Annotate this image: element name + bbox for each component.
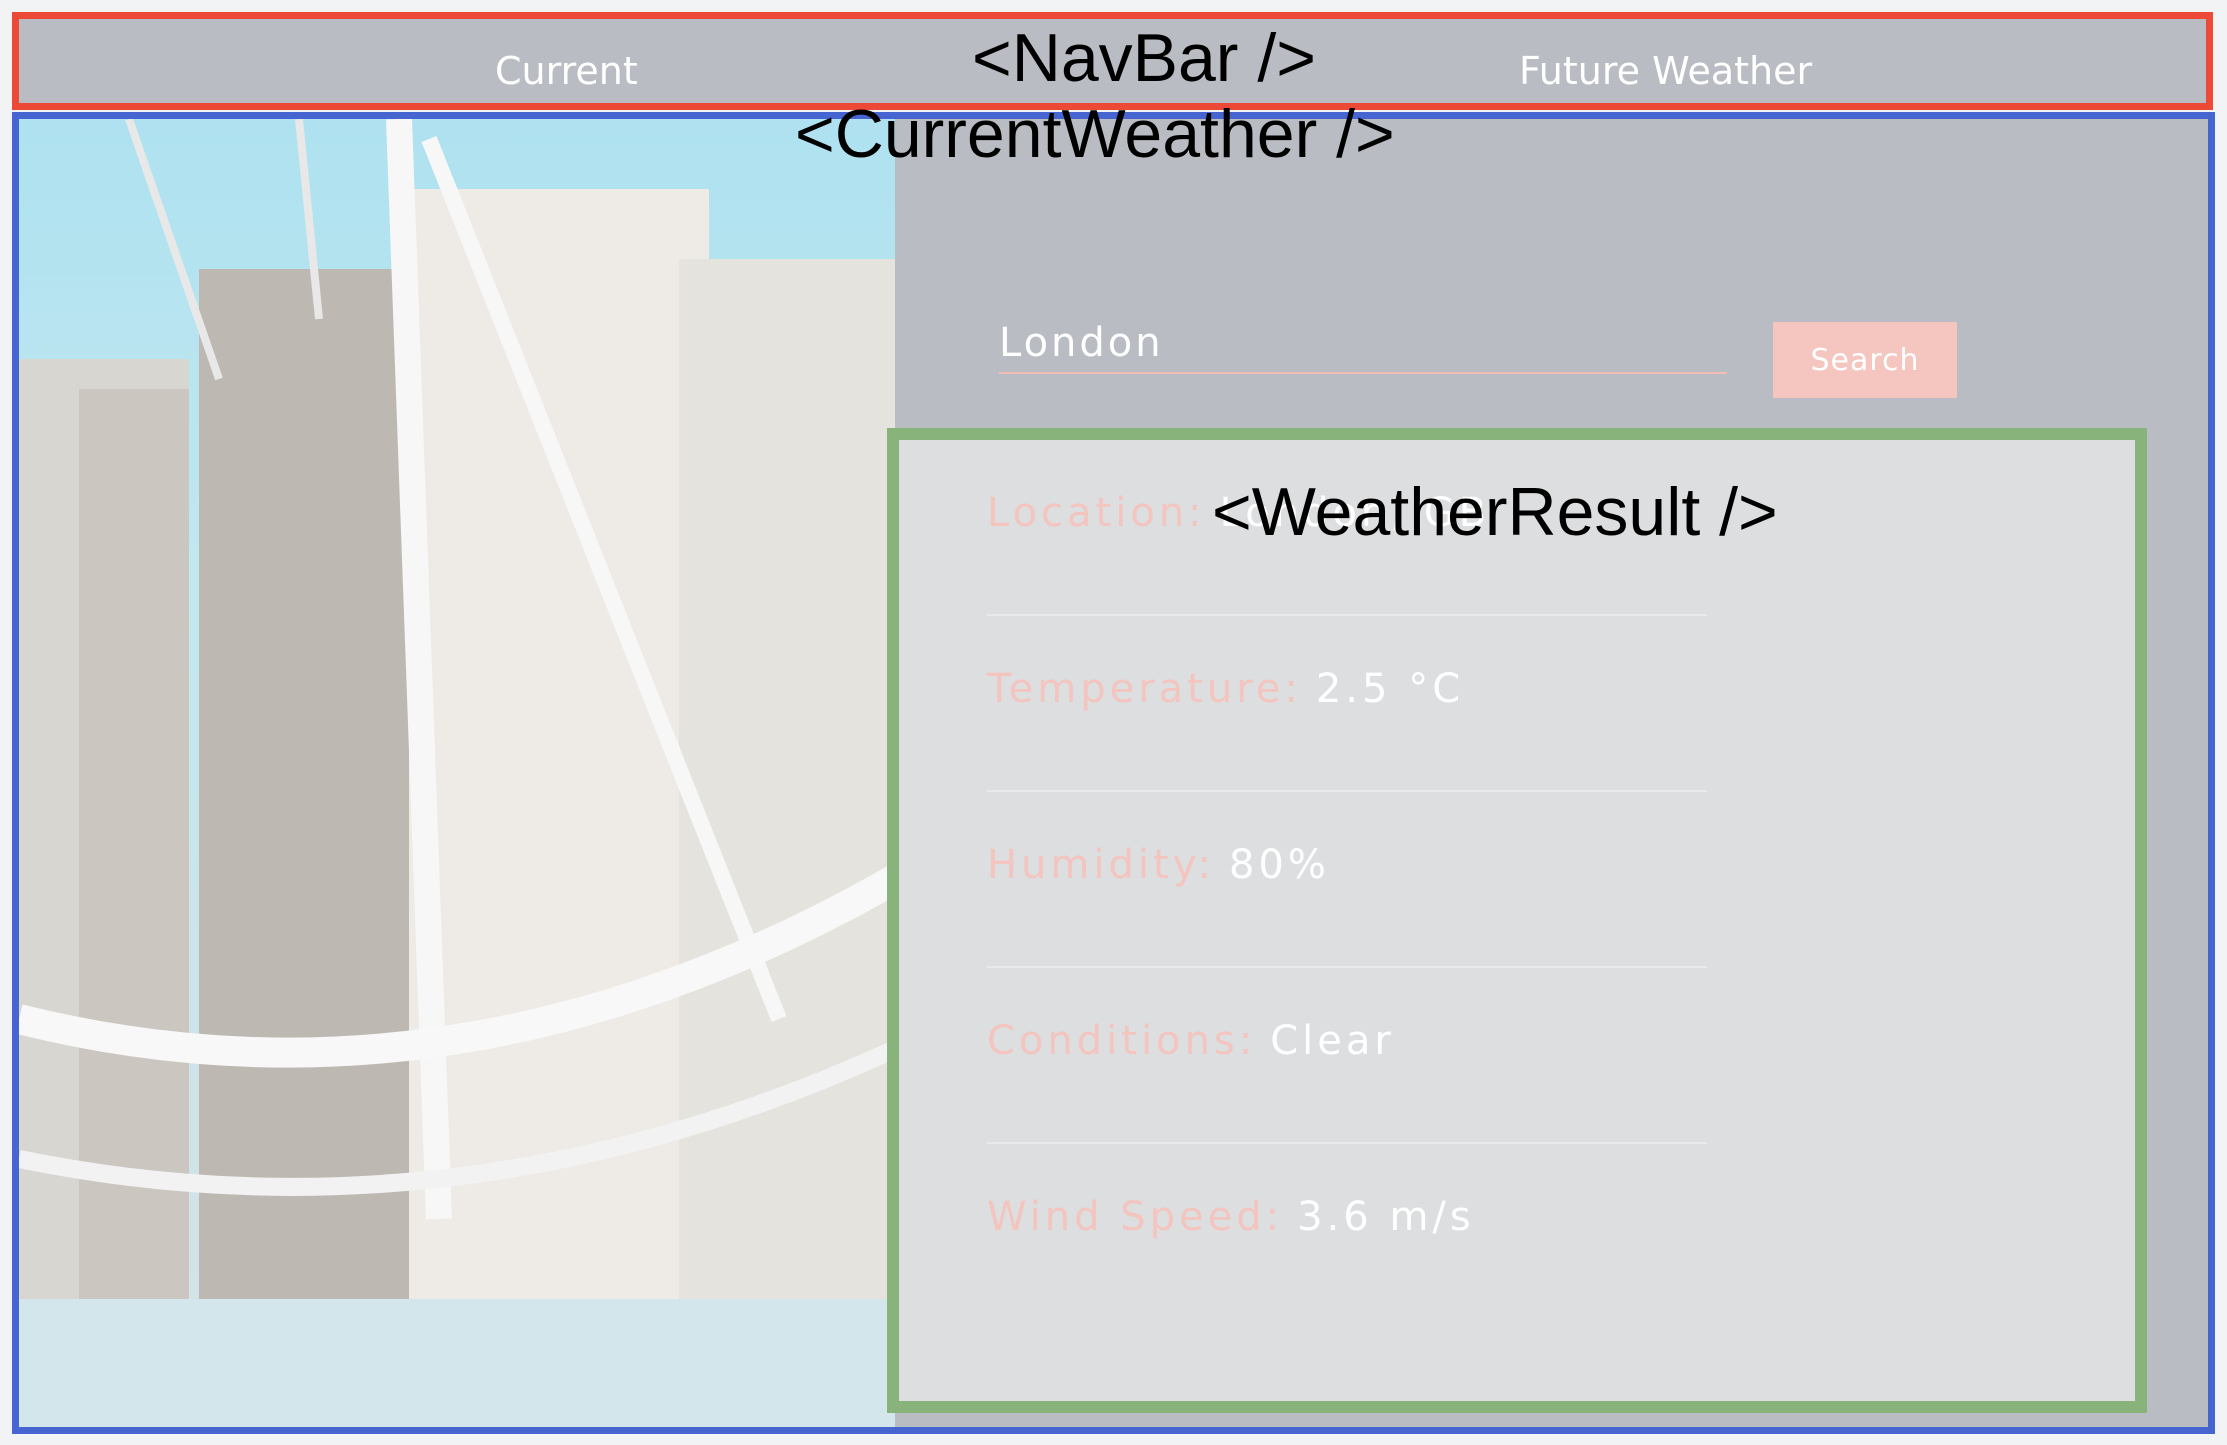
temperature-label: Temperature:: [987, 666, 1302, 712]
humidity-label: Humidity:: [987, 842, 1215, 888]
nav-link-current[interactable]: Current: [495, 49, 638, 93]
result-row-wind-speed: Wind Speed: 3.6 m/s: [987, 1144, 1707, 1320]
weather-result-panel: Location: London, GB Temperature: 2.5 °C H…: [887, 428, 2147, 1413]
annotation-navbar: <NavBar />: [972, 20, 1316, 96]
humidity-value: 80%: [1228, 842, 1330, 888]
wind-speed-value: 3.6 m/s: [1297, 1194, 1475, 1240]
result-row-conditions: Conditions: Clear: [987, 968, 1707, 1144]
nav-link-future-weather[interactable]: Future Weather: [1519, 49, 1812, 93]
annotation-weather-result: <WeatherResult />: [1212, 474, 1778, 550]
annotation-current-weather: <CurrentWeather />: [795, 96, 1395, 172]
search-button[interactable]: Search: [1773, 322, 1957, 398]
location-label: Location:: [987, 490, 1206, 536]
result-row-temperature: Temperature: 2.5 °C: [987, 616, 1707, 792]
current-weather-container: Search Location:London, GB Temperature:2…: [12, 112, 2215, 1434]
conditions-value: Clear: [1270, 1018, 1395, 1064]
temperature-value: 2.5 °C: [1315, 666, 1465, 712]
conditions-label: Conditions:: [987, 1018, 1257, 1064]
result-row-humidity: Humidity: 80%: [987, 792, 1707, 968]
wind-speed-label: Wind Speed:: [987, 1194, 1284, 1240]
search-input[interactable]: [999, 314, 1727, 374]
london-eye-photo: [19, 119, 895, 1427]
